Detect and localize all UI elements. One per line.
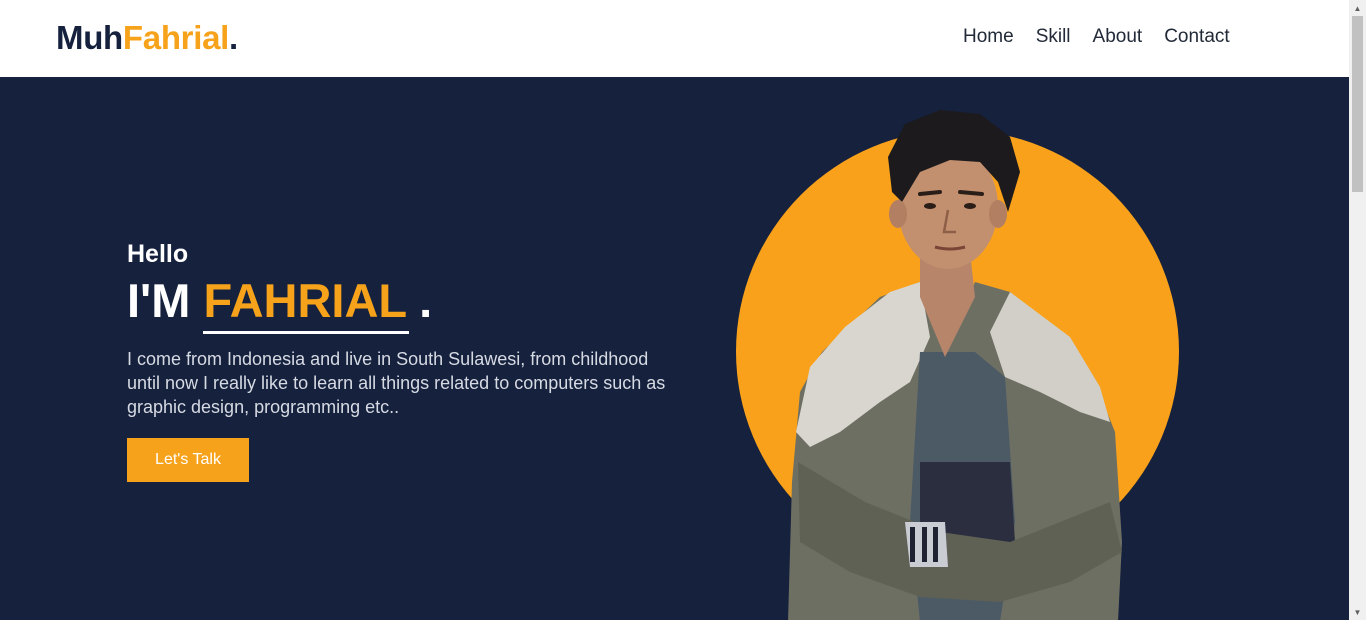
logo-dot: . xyxy=(229,19,238,56)
scroll-thumb[interactable] xyxy=(1352,16,1363,192)
hero-description: I come from Indonesia and live in South … xyxy=(127,349,666,417)
page-scrollbar[interactable]: ▲ ▼ xyxy=(1349,0,1366,620)
nav-about[interactable]: About xyxy=(1093,26,1143,48)
headline-suffix: . xyxy=(419,274,433,327)
header: MuhFahrial. Home Skill About Contact xyxy=(0,0,1349,77)
nav-home[interactable]: Home xyxy=(963,26,1014,48)
logo-part-fahrial: Fahrial xyxy=(122,19,230,56)
lets-talk-button[interactable]: Let's Talk xyxy=(127,438,249,482)
logo[interactable]: MuhFahrial. xyxy=(56,19,238,57)
hero-greeting: Hello xyxy=(127,240,189,268)
nav-contact[interactable]: Contact xyxy=(1164,26,1229,48)
scroll-up-icon[interactable]: ▲ xyxy=(1349,0,1366,16)
logo-part-muh: Muh xyxy=(56,19,123,56)
headline-name: FAHRIAL xyxy=(203,273,409,334)
hero-section: Hello I'M FAHRIAL. I come from Indonesia… xyxy=(0,77,1349,620)
page: MuhFahrial. Home Skill About Contact Hel… xyxy=(0,0,1349,620)
scroll-down-icon[interactable]: ▼ xyxy=(1349,604,1366,620)
person-photo-icon xyxy=(788,110,1122,620)
main-nav: Home Skill About Contact xyxy=(963,26,1252,48)
nav-skill[interactable]: Skill xyxy=(1036,26,1071,48)
headline-prefix: I'M xyxy=(127,274,191,327)
hero-headline: I'M FAHRIAL. xyxy=(127,273,433,334)
